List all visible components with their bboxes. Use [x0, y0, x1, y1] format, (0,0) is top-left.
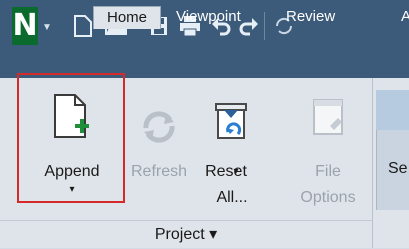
- reset-all-button[interactable]: Reset ▾ All...: [200, 92, 264, 212]
- app-logo[interactable]: N: [12, 7, 38, 45]
- right-partial-text: Se: [388, 160, 408, 177]
- reset-all-label-line2: All...: [216, 189, 248, 206]
- file-options-label-line1: File: [315, 163, 341, 180]
- tab-home[interactable]: Home: [93, 6, 161, 29]
- reset-all-dropdown-icon[interactable]: ▾: [226, 162, 246, 182]
- redo-icon[interactable]: [238, 14, 260, 38]
- app-menu-chevron-icon[interactable]: ▼: [42, 22, 52, 33]
- tab-viewpoint[interactable]: Viewpoint: [176, 6, 241, 28]
- qat-separator: [264, 12, 265, 40]
- reset-all-icon: [215, 103, 247, 139]
- right-partial-highlight: [376, 90, 409, 130]
- project-group-label[interactable]: Project ▾: [0, 220, 372, 249]
- append-highlight-box: [17, 73, 125, 203]
- refresh-ribbon-icon: [143, 111, 175, 143]
- refresh-button[interactable]: Refresh: [126, 92, 192, 192]
- refresh-label: Refresh: [130, 163, 188, 180]
- new-file-icon[interactable]: [72, 14, 94, 38]
- file-options-icon: [313, 99, 343, 135]
- app-logo-letter: N: [12, 8, 38, 43]
- tab-review[interactable]: Review: [286, 6, 335, 28]
- file-options-button[interactable]: File Options: [290, 92, 366, 212]
- file-options-label-line2: Options: [300, 189, 356, 206]
- tab-partial[interactable]: A: [401, 6, 409, 28]
